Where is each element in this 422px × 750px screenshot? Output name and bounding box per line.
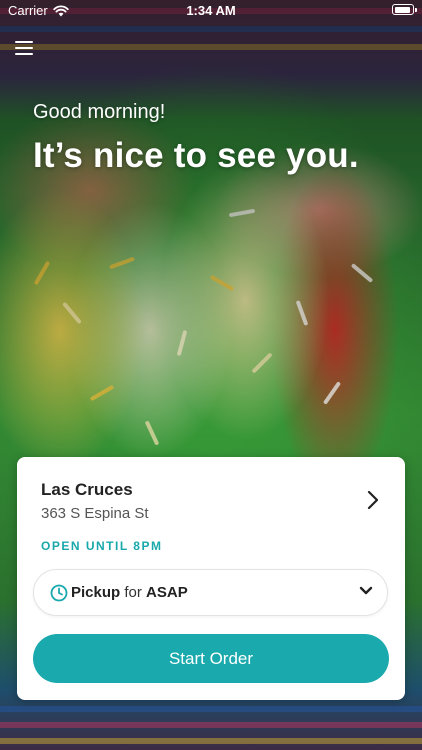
store-hours-label: OPEN UNTIL 8PM [41, 539, 163, 553]
menu-icon-line [15, 41, 33, 43]
order-card: Las Cruces 363 S Espina St OPEN UNTIL 8P… [17, 457, 405, 700]
start-order-button[interactable]: Start Order [33, 634, 389, 683]
menu-icon[interactable] [15, 40, 35, 56]
location-address: 363 S Espina St [41, 505, 149, 522]
clock-icon [50, 584, 68, 602]
page-title: It’s nice to see you. [33, 136, 359, 175]
chevron-right-icon [367, 490, 379, 510]
menu-icon-line [15, 47, 33, 49]
location-name: Las Cruces [41, 480, 133, 499]
pickup-summary: Pickup for ASAP [71, 584, 188, 601]
order-mode-label: Pickup [71, 584, 121, 601]
location-selector[interactable]: Las Cruces 363 S Espina St [17, 457, 405, 537]
battery-icon [392, 4, 417, 15]
menu-icon-line [15, 53, 33, 55]
status-bar: Carrier 1:34 AM [0, 0, 422, 22]
chevron-down-icon [359, 586, 373, 595]
greeting-text: Good morning! [33, 101, 166, 123]
pickup-time-dropdown[interactable]: Pickup for ASAP [33, 569, 388, 616]
order-mode-connector: for [124, 584, 142, 601]
status-right [392, 4, 417, 15]
battery-level [394, 6, 410, 13]
order-time-label: ASAP [146, 584, 188, 601]
status-time: 1:34 AM [186, 3, 236, 18]
